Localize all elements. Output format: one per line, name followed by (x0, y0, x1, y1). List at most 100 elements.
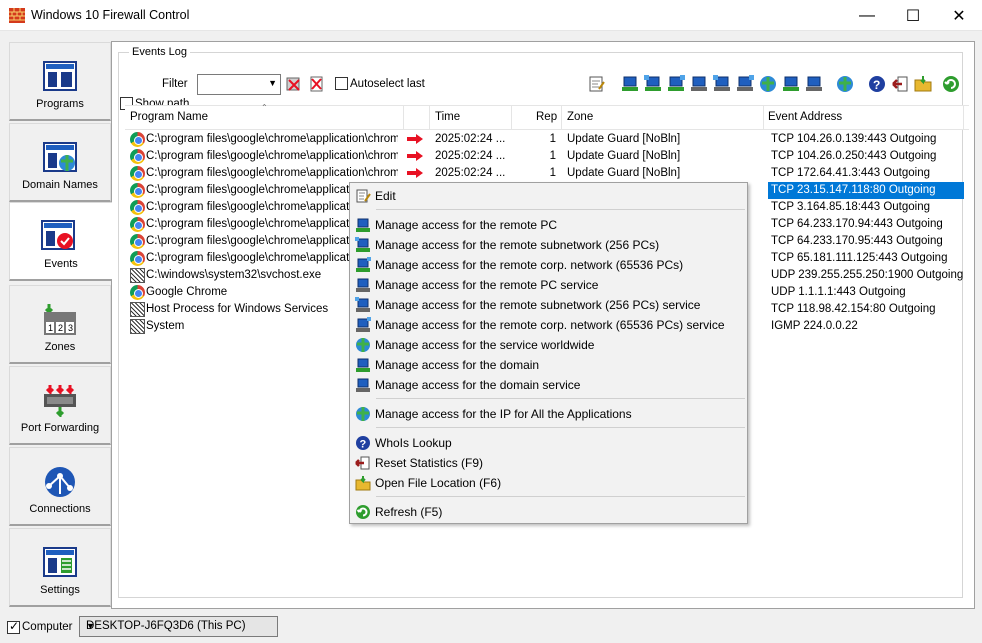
refresh-icon (356, 505, 370, 519)
sidebar-item-connections[interactable]: Connections (9, 447, 111, 526)
maximize-button[interactable]: ☐ (890, 0, 936, 31)
menu-item-ip-all-applications[interactable]: Manage access for the IP for All the App… (352, 404, 745, 424)
chrome-icon (130, 132, 145, 147)
remote-network-service-icon (356, 317, 371, 332)
cell-address: TCP 104.26.0.250:443 Outgoing (771, 150, 937, 162)
menu-item-remote-network[interactable]: Manage access for the remote corp. netwo… (352, 255, 745, 275)
svg-text:3: 3 (68, 323, 73, 333)
remote-pc-icon[interactable] (621, 75, 639, 93)
service-worldwide-icon[interactable] (759, 75, 777, 93)
service-icon (130, 319, 145, 334)
help-icon[interactable]: ? (868, 75, 886, 93)
remote-network-icon[interactable] (667, 75, 685, 93)
autoselect-checkbox[interactable] (335, 77, 348, 90)
col-program-name[interactable]: Program Name (130, 111, 208, 123)
maximize-icon: ☐ (905, 7, 921, 25)
domain-names-icon (43, 142, 77, 172)
menu-item-remote-subnet-service[interactable]: Manage access for the remote subnetwork … (352, 295, 745, 315)
menu-item-label: Manage access for the remote PC service (375, 278, 599, 292)
globe-icon[interactable] (836, 75, 854, 93)
table-row[interactable]: C:\program files\google\chrome\applicati… (125, 131, 969, 148)
filter-combo[interactable]: ▼ (197, 74, 281, 95)
menu-item-domain-service[interactable]: Manage access for the domain service (352, 375, 745, 395)
chrome-icon (130, 285, 145, 300)
edit-icon (356, 189, 371, 203)
reset-statistics-icon (355, 456, 370, 470)
context-menu: Edit Manage access for the remote PC Mana… (349, 182, 748, 524)
domain-icon (356, 358, 370, 372)
chrome-icon (130, 149, 145, 164)
service-icon (130, 302, 145, 317)
delete-log-icon[interactable] (308, 75, 326, 93)
menu-item-remote-network-service[interactable]: Manage access for the remote corp. netwo… (352, 315, 745, 335)
edit-icon[interactable] (588, 75, 606, 93)
sidebar-item-programs[interactable]: Programs (9, 42, 111, 121)
sidebar-item-port-forwarding[interactable]: Port Forwarding (9, 366, 111, 445)
remote-pc-icon (356, 218, 370, 232)
globe-icon (356, 407, 370, 421)
remote-pc-service-icon[interactable] (690, 75, 708, 93)
remote-pc-service-icon (356, 278, 370, 292)
menu-item-domain[interactable]: Manage access for the domain (352, 355, 745, 375)
computer-select[interactable]: DESKTOP-J6FQ3D6 (This PC) ▼ (79, 616, 278, 637)
sidebar-item-label: Programs (36, 98, 84, 110)
menu-item-reset-statistics[interactable]: Reset Statistics (F9) (352, 453, 745, 473)
minimize-icon: — (859, 6, 875, 24)
clear-filter-icon[interactable] (285, 75, 303, 93)
close-button[interactable]: ✕ (936, 0, 982, 31)
col-time[interactable]: Time (435, 111, 460, 123)
menu-item-remote-pc[interactable]: Manage access for the remote PC (352, 215, 745, 235)
minimize-button[interactable]: — (844, 0, 890, 31)
menu-item-whois[interactable]: ? WhoIs Lookup (352, 433, 745, 453)
sidebar-item-label: Zones (44, 341, 76, 353)
sidebar-item-settings[interactable]: Settings (9, 528, 111, 607)
outgoing-arrow-icon (407, 151, 423, 161)
remote-subnet-icon[interactable] (644, 75, 662, 93)
sidebar-item-label: Settings (40, 584, 80, 596)
menu-item-open-file-location[interactable]: Open File Location (F6) (352, 473, 745, 493)
cell-rep: 1 (549, 133, 556, 145)
menu-item-refresh[interactable]: Refresh (F5) (352, 502, 745, 522)
chrome-icon (130, 217, 145, 232)
table-row[interactable]: C:\program files\google\chrome\applicati… (125, 165, 969, 182)
cell-program: C:\program files\google\chrome\applicati… (146, 133, 398, 145)
help-icon: ? (356, 436, 370, 451)
close-icon: ✕ (952, 7, 966, 25)
reset-statistics-icon[interactable] (891, 75, 909, 93)
refresh-icon[interactable] (942, 75, 960, 93)
sidebar-item-events[interactable]: Events (9, 202, 112, 281)
menu-item-edit[interactable]: Edit (352, 186, 745, 206)
col-zone[interactable]: Zone (567, 111, 593, 123)
sidebar-item-zones[interactable]: 123 Zones (9, 285, 111, 364)
remote-subnet-service-icon[interactable] (713, 75, 731, 93)
domain-service-icon[interactable] (805, 75, 823, 93)
outgoing-arrow-icon (407, 134, 423, 144)
menu-item-label: Manage access for the remote PC (375, 218, 558, 232)
svg-text:?: ? (873, 78, 880, 92)
cell-program: C:\program files\google\chrome\applicati… (146, 150, 398, 162)
cell-address: UDP 239.255.255.250:1900 Outgoing (771, 269, 964, 281)
firewall-app-icon (9, 8, 25, 23)
cell-zone: Update Guard [NoBln] (567, 133, 681, 145)
cell-time: 2025:02:24 ... (435, 167, 506, 179)
sidebar-item-domain-names[interactable]: Domain Names (9, 123, 111, 202)
menu-item-label: Manage access for the service worldwide (375, 338, 595, 352)
menu-item-label: Manage access for the remote corp. netwo… (375, 318, 725, 332)
filter-label: Filter (162, 78, 188, 90)
cell-address: UDP 1.1.1.1:443 Outgoing (771, 286, 906, 298)
menu-item-remote-subnet[interactable]: Manage access for the remote subnetwork … (352, 235, 745, 255)
remote-network-service-icon[interactable] (736, 75, 754, 93)
connections-icon (45, 467, 75, 497)
domain-icon[interactable] (782, 75, 800, 93)
open-folder-icon[interactable] (914, 75, 932, 93)
service-worldwide-icon (356, 338, 370, 352)
computer-checkbox[interactable]: ✓ (7, 619, 20, 634)
col-event-address[interactable]: Event Address (768, 111, 842, 123)
menu-item-remote-pc-service[interactable]: Manage access for the remote PC service (352, 275, 745, 295)
sidebar-item-label: Port Forwarding (20, 422, 100, 434)
menu-item-label: Manage access for the remote subnetwork … (375, 238, 660, 252)
col-rep[interactable]: Rep (536, 111, 557, 123)
menu-item-service-worldwide[interactable]: Manage access for the service worldwide (352, 335, 745, 355)
group-title: Events Log (129, 46, 191, 58)
table-row[interactable]: C:\program files\google\chrome\applicati… (125, 148, 969, 165)
